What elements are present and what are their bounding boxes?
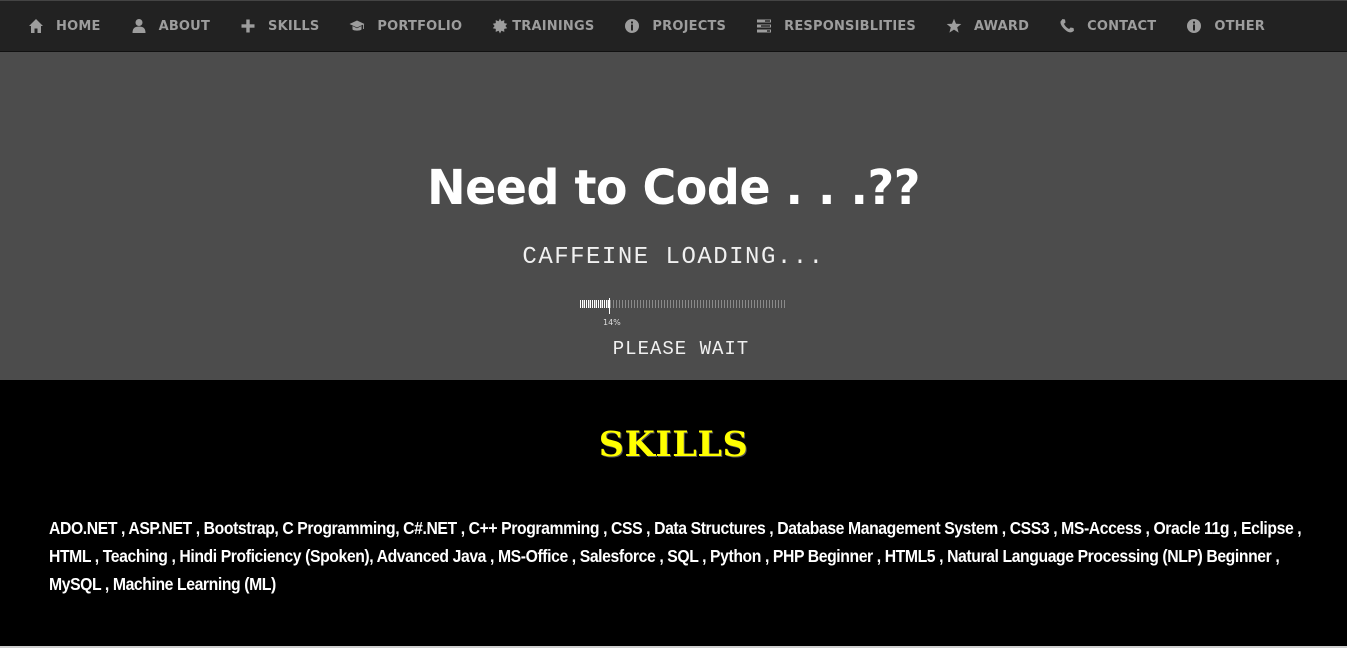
nav-item-label: TRAININGS — [512, 18, 595, 34]
home-icon — [28, 18, 44, 34]
star-icon — [946, 18, 962, 34]
skills-section: SKILLS ADO.NET , ASP.NET , Bootstrap, C … — [0, 380, 1347, 648]
progress-marker — [609, 298, 610, 314]
skills-list-text: ADO.NET , ASP.NET , Bootstrap, C Program… — [49, 518, 1302, 594]
skills-heading: SKILLS — [598, 424, 749, 465]
nav-item-award[interactable]: AWARD — [946, 18, 1029, 34]
nav-item-other[interactable]: OTHER — [1186, 18, 1265, 34]
nav-item-projects[interactable]: PROJECTS — [624, 18, 726, 34]
hero-section: Need to Code . . .?? CAFFEINE LOADING...… — [0, 52, 1347, 380]
progress-fill — [580, 300, 609, 308]
nav-item-label: SKILLS — [268, 18, 320, 34]
nav-item-portfolio[interactable]: PORTFOLIO — [349, 18, 462, 34]
hero-title: Need to Code . . .?? — [427, 158, 920, 216]
nav-item-home[interactable]: HOME — [28, 18, 101, 34]
info-icon — [1186, 18, 1202, 34]
graduation-cap-icon — [349, 18, 365, 34]
nav-item-label: OTHER — [1214, 18, 1266, 34]
nav-item-responsiblities[interactable]: RESPONSIBLITIES — [756, 18, 916, 34]
nav-list: HOME ABOUT SKILLS PORTFOLIO TRAININGS PR… — [0, 1, 1347, 51]
top-navbar: HOME ABOUT SKILLS PORTFOLIO TRAININGS PR… — [0, 0, 1347, 52]
certificate-icon — [492, 18, 508, 34]
progress-percent-label: 14% — [603, 318, 621, 327]
nav-item-label: RESPONSIBLITIES — [784, 18, 916, 34]
nav-item-label: PROJECTS — [652, 18, 727, 34]
nav-item-label: AWARD — [974, 18, 1030, 34]
tasks-icon — [756, 18, 772, 34]
nav-item-label: HOME — [56, 18, 101, 34]
progress-track — [580, 300, 786, 308]
nav-item-skills[interactable]: SKILLS — [240, 18, 319, 34]
please-wait-text: PLEASE WAIT — [612, 338, 750, 360]
nav-item-label: PORTFOLIO — [377, 18, 463, 34]
nav-item-label: CONTACT — [1087, 18, 1157, 34]
phone-icon — [1059, 18, 1075, 34]
nav-item-label: ABOUT — [158, 18, 211, 34]
loading-progress-bar: 14% — [580, 298, 788, 328]
nav-item-contact[interactable]: CONTACT — [1059, 18, 1156, 34]
user-icon — [131, 18, 147, 34]
hero-subtitle: CAFFEINE LOADING... — [522, 244, 825, 271]
nav-item-about[interactable]: ABOUT — [131, 18, 210, 34]
info-icon — [624, 18, 640, 34]
plus-icon — [240, 18, 256, 34]
nav-item-trainings[interactable]: TRAININGS — [492, 18, 594, 34]
